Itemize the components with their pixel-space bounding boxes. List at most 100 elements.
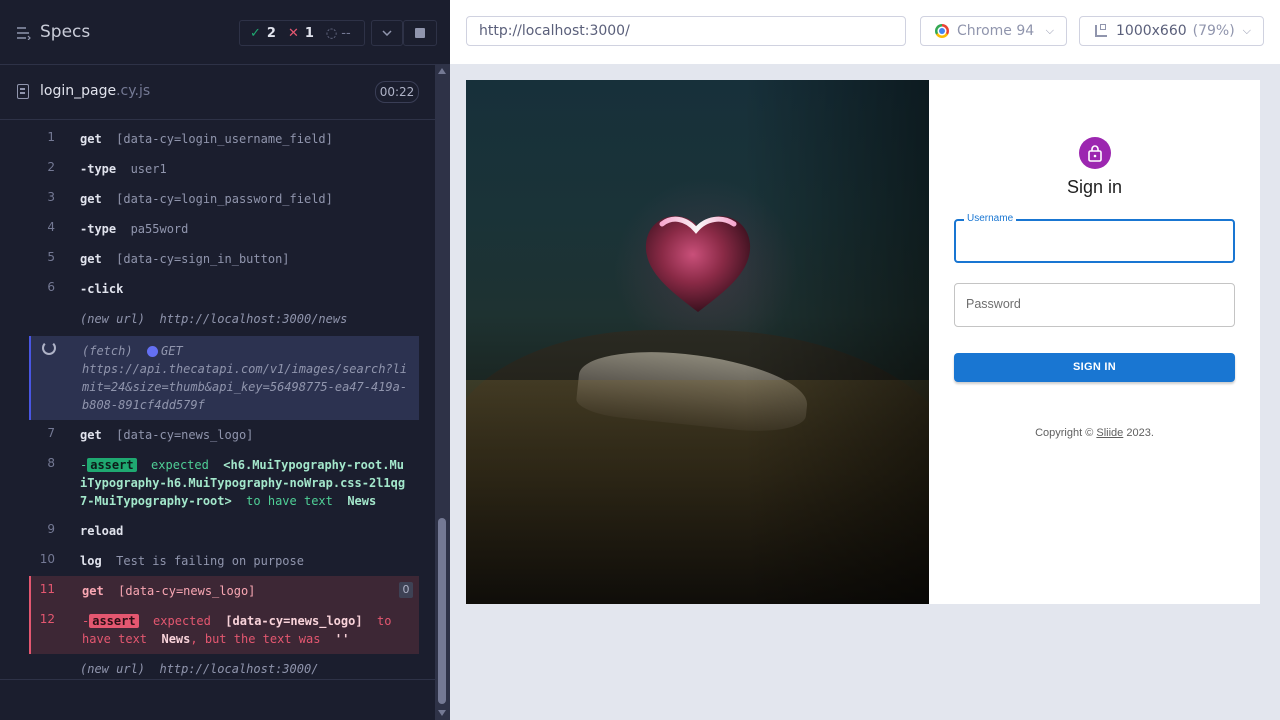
element-count-badge: 0 <box>399 582 413 598</box>
event-url: http://localhost:3000/ <box>159 662 319 676</box>
sliide-link[interactable]: Sliide <box>1096 427 1123 439</box>
command-message: [data-cy=news_logo] <box>116 428 254 442</box>
new-url-event[interactable]: (new url) http://localhost:3000/ <box>29 654 419 680</box>
passed-count: ✓ 2 <box>250 25 276 41</box>
command-name: -type <box>80 162 117 176</box>
spec-file-name: login_page.cy.js <box>40 83 151 99</box>
page-title: Sign in <box>1066 177 1123 197</box>
viewport-scale: (79%) <box>1192 23 1235 39</box>
command-row[interactable]: 6 -click <box>29 274 419 304</box>
chevron-down-icon: ⌵ <box>1242 24 1251 37</box>
command-number: 3 <box>47 190 55 204</box>
command-message: Test is failing on purpose <box>116 554 304 568</box>
command-log-scrollbar[interactable] <box>435 64 450 720</box>
assert-badge: assert <box>87 458 137 472</box>
spec-bar: login_page.cy.js 00:22 <box>0 65 435 120</box>
command-name: get <box>80 428 102 442</box>
viewport-icon <box>1095 24 1107 37</box>
scroll-up-icon[interactable] <box>438 68 446 74</box>
aut-header: http://localhost:3000/ Chrome 94 ⌵ 1000x… <box>450 0 1280 64</box>
event-url: http://localhost:3000/news <box>159 312 348 326</box>
cypress-runner-panel: Specs ✓ 2 ✕ 1 ◌ -- login_page.cy.js 00:22 1… <box>0 0 450 720</box>
stop-button[interactable] <box>403 20 437 46</box>
sign-in-button[interactable]: SIGN IN <box>954 353 1235 382</box>
assert-value: News <box>161 632 191 646</box>
scroll-down-icon[interactable] <box>438 710 446 716</box>
viewport-size: 1000x660 <box>1116 23 1187 39</box>
command-row[interactable]: 5 get [data-cy=sign_in_button] <box>29 244 419 274</box>
command-row[interactable]: 7 get [data-cy=news_logo] <box>29 420 419 450</box>
browser-selector[interactable]: Chrome 94 ⌵ <box>920 16 1067 46</box>
command-number: 5 <box>47 250 55 264</box>
app-under-test: Sign in Username Password SIGN IN Copyri… <box>466 80 1260 604</box>
loading-spinner-icon <box>42 341 56 355</box>
test-stats: ✓ 2 ✕ 1 ◌ -- <box>239 20 365 46</box>
assert-badge: assert <box>89 614 139 628</box>
command-number: 8 <box>47 456 55 470</box>
command-number: 9 <box>47 522 55 536</box>
specs-toggle[interactable]: Specs <box>16 20 90 44</box>
menu-collapse-icon <box>16 25 32 41</box>
password-field[interactable]: Password <box>954 283 1235 327</box>
command-number: 11 <box>39 582 55 596</box>
assert-row[interactable]: 8 - assert expected <h6.MuiTypography-roo… <box>29 450 419 516</box>
command-row[interactable]: 1 get [data-cy=login_username_field] <box>29 124 419 154</box>
command-name: get <box>80 252 102 266</box>
assert-actual: '' <box>334 632 350 646</box>
failed-assert-row[interactable]: 12 - assert expected [data-cy=news_logo] … <box>29 606 419 654</box>
command-number: 7 <box>47 426 55 440</box>
stop-icon <box>415 28 425 38</box>
browser-name: Chrome 94 <box>957 23 1035 39</box>
specs-title: Specs <box>40 22 91 42</box>
login-form: Sign in Username Password SIGN IN Copyri… <box>929 80 1260 604</box>
assert-but: , but the text was <box>190 632 321 646</box>
lock-avatar <box>1079 137 1111 169</box>
command-row[interactable]: 9 reload <box>29 516 419 546</box>
event-label: (fetch) <box>82 344 133 358</box>
username-field[interactable]: Username <box>954 213 1235 263</box>
command-message: [data-cy=login_password_field] <box>116 192 333 206</box>
failed-count: ✕ 1 <box>287 25 314 41</box>
file-icon <box>17 84 29 99</box>
fetch-url: https://api.thecatapi.com/v1/images/sear… <box>82 362 408 412</box>
event-label: (new url) <box>80 312 146 326</box>
viewport-info[interactable]: 1000x660 (79%) ⌵ <box>1079 16 1264 46</box>
x-icon: ✕ <box>287 25 299 41</box>
command-name: get <box>80 132 102 146</box>
check-icon: ✓ <box>250 25 261 41</box>
fetch-event[interactable]: (fetch) GET https://api.thecatapi.com/v1/… <box>29 336 419 420</box>
command-number: 1 <box>47 130 55 144</box>
chevron-down-icon: ⌵ <box>1045 24 1054 37</box>
command-name: log <box>80 554 102 568</box>
new-url-event[interactable]: (new url) http://localhost:3000/news <box>29 304 419 334</box>
password-placeholder: Password <box>966 297 1021 311</box>
hero-image <box>466 80 929 604</box>
command-log: 1 get [data-cy=login_username_field] 2 -… <box>0 120 435 680</box>
username-input[interactable] <box>964 229 1230 255</box>
copyright: Copyright © Sliide 2023. <box>1035 427 1154 439</box>
command-message: [data-cy=news_logo] <box>118 584 256 598</box>
divider <box>0 679 435 680</box>
command-number: 6 <box>47 280 55 294</box>
runner-header: Specs ✓ 2 ✕ 1 ◌ -- <box>0 0 437 65</box>
fetch-method: GET <box>161 344 183 358</box>
assert-to-have: to have text <box>246 494 333 508</box>
assert-subject: [data-cy=news_logo] <box>225 614 363 628</box>
command-number: 12 <box>39 612 55 626</box>
command-row[interactable]: 3 get [data-cy=login_password_field] <box>29 184 419 214</box>
command-row[interactable]: 2 -type user1 <box>29 154 419 184</box>
scrollbar-thumb[interactable] <box>438 518 446 704</box>
chrome-icon <box>935 24 949 38</box>
dropdown-button[interactable] <box>371 20 403 46</box>
command-row[interactable]: 10 log Test is failing on purpose <box>29 546 419 576</box>
command-name: get <box>82 584 104 598</box>
url-bar[interactable]: http://localhost:3000/ <box>466 16 906 46</box>
vignette <box>466 80 929 604</box>
command-name: get <box>80 192 102 206</box>
failed-command-row[interactable]: 11 get [data-cy=news_logo] 0 <box>29 576 419 606</box>
command-name: -type <box>80 222 117 236</box>
command-row[interactable]: 4 -type pa55word <box>29 214 419 244</box>
command-message: [data-cy=login_username_field] <box>116 132 333 146</box>
command-number: 4 <box>47 220 55 234</box>
assert-expected: expected <box>153 614 211 628</box>
